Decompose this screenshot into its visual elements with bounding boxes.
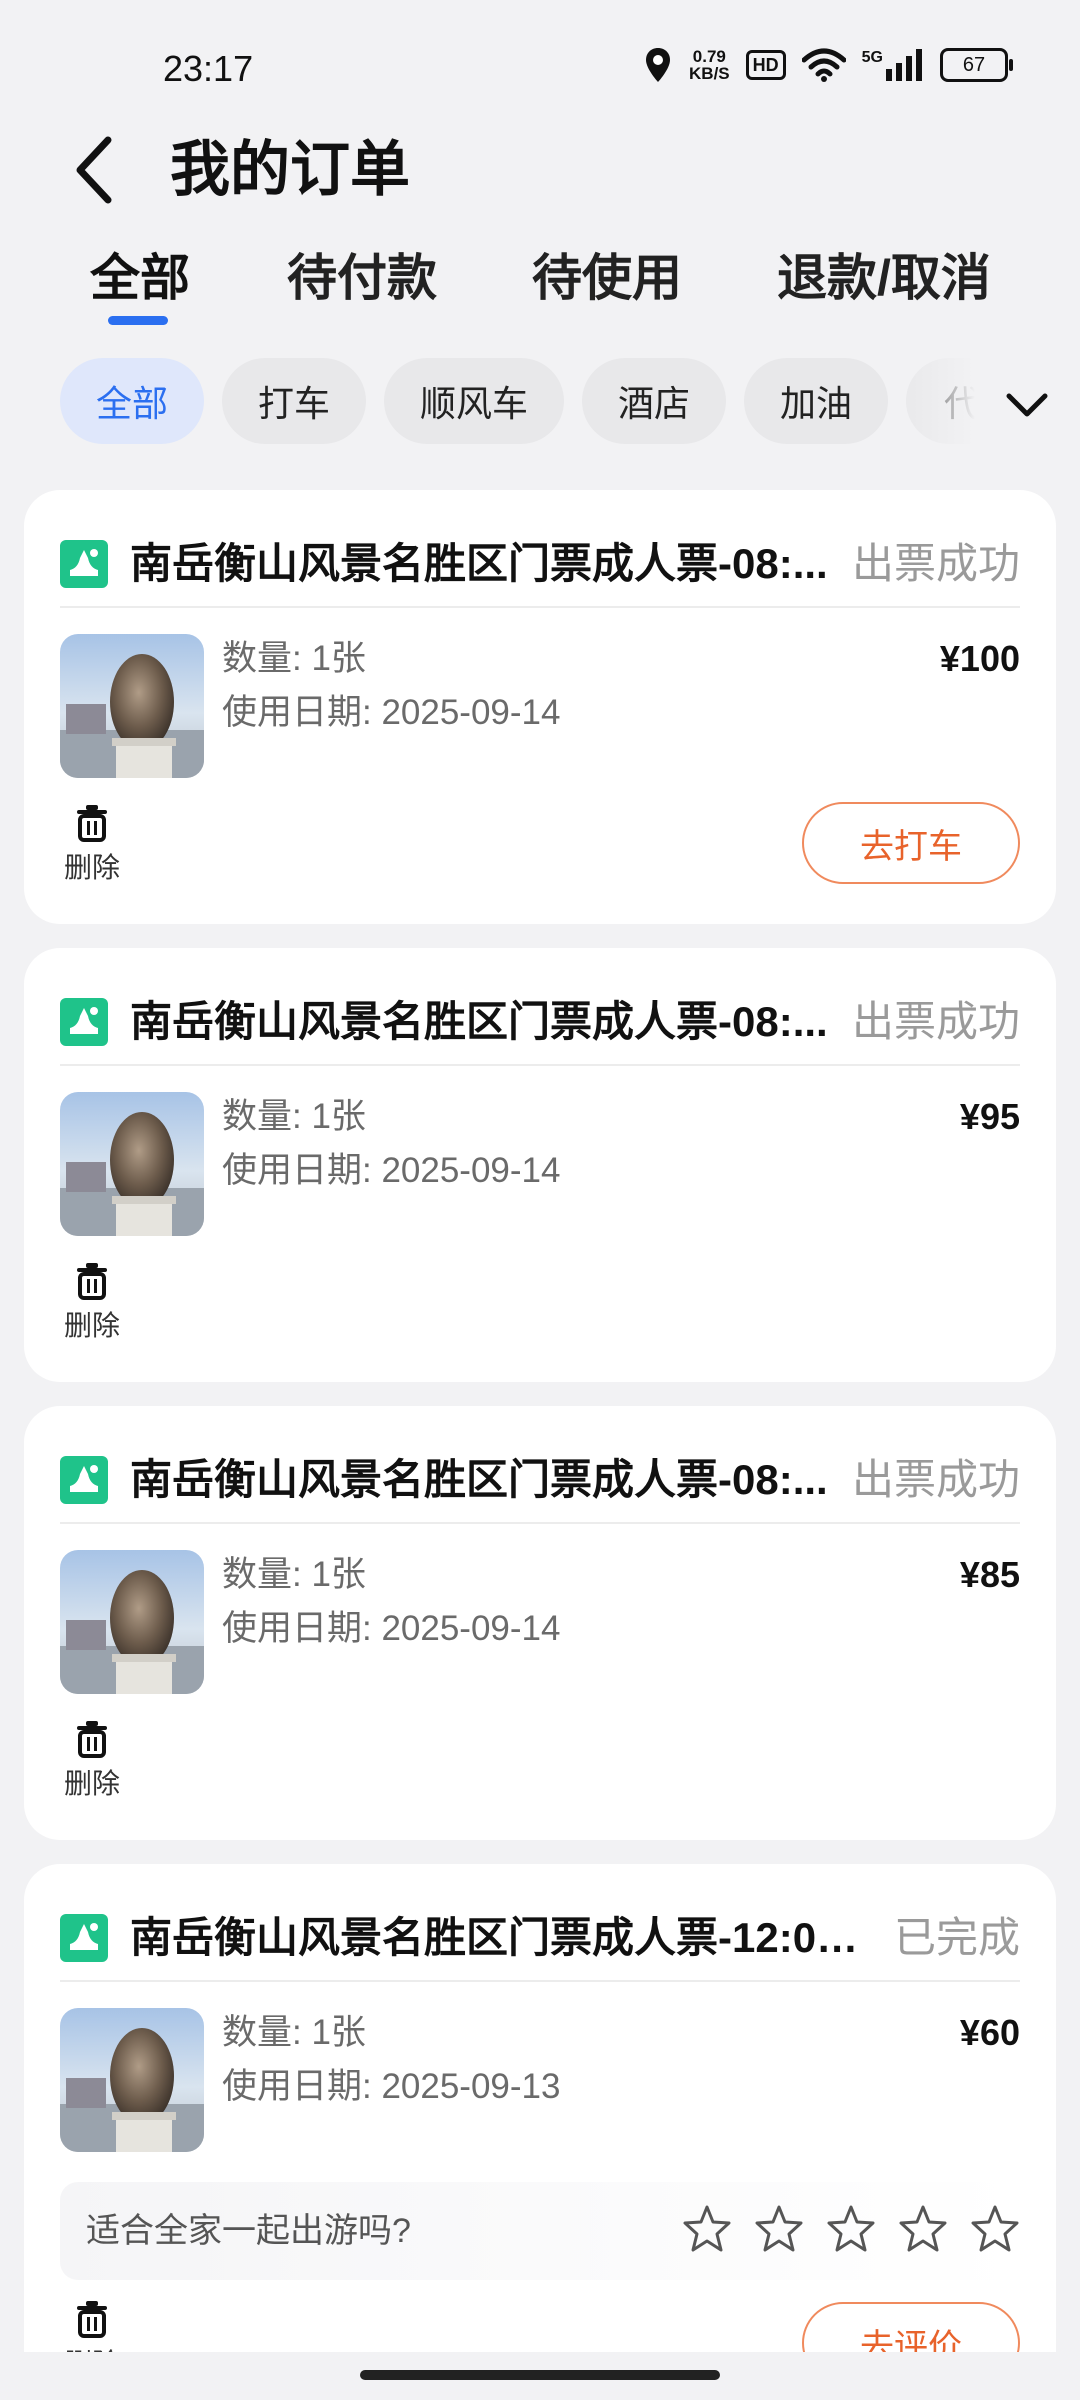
rating-prompt: 适合全家一起出游吗? (60, 2182, 1020, 2280)
ticket-quantity: 数量: 1张 (222, 639, 366, 678)
order-card[interactable]: 南岳衡山风景名胜区门票成人票-08:... 出票成功 数量: 1张 使用日期: … (24, 1406, 1056, 1840)
order-price: ¥60 (959, 2012, 1020, 2053)
tab-refund-cancel[interactable]: 退款/取消 (777, 238, 991, 310)
wifi-icon (801, 48, 846, 82)
order-status: 出票成功 (851, 540, 1020, 587)
use-date: 使用日期: 2025-09-14 (222, 693, 561, 732)
product-thumbnail (60, 1550, 204, 1694)
chip-all[interactable]: 全部 (60, 358, 204, 444)
divider (60, 1064, 1020, 1066)
order-title: 南岳衡山风景名胜区门票成人票-12:00-... (130, 1914, 870, 1961)
chip-fuel[interactable]: 加油 (744, 358, 888, 444)
order-card[interactable]: 南岳衡山风景名胜区门票成人票-08:... 出票成功 数量: 1张 使用日期: … (24, 948, 1056, 1382)
order-status: 出票成功 (851, 1456, 1020, 1503)
star-icon[interactable] (826, 2204, 876, 2254)
use-date: 使用日期: 2025-09-14 (222, 1609, 561, 1648)
order-header: 南岳衡山风景名胜区门票成人票-12:00-... 已完成 (60, 1898, 1020, 1978)
order-header: 南岳衡山风景名胜区门票成人票-08:... 出票成功 (60, 524, 1020, 604)
order-card[interactable]: 南岳衡山风景名胜区门票成人票-12:00-... 已完成 数量: 1张 使用日期… (24, 1864, 1056, 2400)
delete-button[interactable]: 删除 (60, 1720, 124, 1810)
chevron-left-icon[interactable] (66, 130, 126, 210)
order-header: 南岳衡山风景名胜区门票成人票-08:... 出票成功 (60, 1440, 1020, 1520)
chip-carpool[interactable]: 顺风车 (384, 358, 564, 444)
net-speed-value: 0.79 (692, 47, 726, 66)
delete-label: 删除 (63, 1310, 120, 1341)
status-icons: 0.79 KB/S HD 5G 67 (643, 46, 1013, 84)
divider (60, 1522, 1020, 1524)
star-icon[interactable] (970, 2204, 1020, 2254)
rating-question: 适合全家一起出游吗? (86, 2212, 411, 2250)
ticket-quantity: 数量: 1张 (222, 2013, 366, 2052)
order-status: 已完成 (893, 1914, 1020, 1961)
trash-icon (77, 1263, 107, 1300)
active-tab-indicator (108, 316, 168, 325)
tab-pending-payment[interactable]: 待付款 (287, 238, 437, 310)
order-header: 南岳衡山风景名胜区门票成人票-08:... 出票成功 (60, 982, 1020, 1062)
trash-icon (77, 2301, 107, 2338)
chips-fade (895, 352, 975, 452)
order-card[interactable]: 南岳衡山风景名胜区门票成人票-08:... 出票成功 数量: 1张 使用日期: … (24, 490, 1056, 924)
order-price: ¥95 (959, 1096, 1020, 1137)
star-rating (682, 2204, 1020, 2254)
delete-label: 删除 (63, 1768, 120, 1799)
page-title: 我的订单 (170, 136, 410, 203)
ticket-icon (60, 998, 108, 1046)
order-price: ¥85 (959, 1554, 1020, 1595)
chip-hotel[interactable]: 酒店 (582, 358, 726, 444)
ticket-quantity: 数量: 1张 (222, 1555, 366, 1594)
net-speed: 0.79 KB/S (689, 48, 730, 82)
delete-button[interactable]: 删除 (60, 1262, 124, 1352)
ticket-icon (60, 1914, 108, 1962)
cell-signal: 5G (862, 49, 924, 81)
page-header: 我的订单 (0, 120, 1080, 220)
divider (60, 1980, 1020, 1982)
hd-badge: HD (745, 50, 786, 80)
take-taxi-button[interactable]: 去打车 (802, 802, 1020, 884)
battery-indicator: 67 (940, 48, 1013, 82)
use-date: 使用日期: 2025-09-14 (222, 1151, 561, 1190)
order-title: 南岳衡山风景名胜区门票成人票-08:... (130, 540, 828, 587)
trash-icon (77, 1721, 107, 1758)
location-icon (646, 48, 671, 82)
star-icon[interactable] (754, 2204, 804, 2254)
star-icon[interactable] (682, 2204, 732, 2254)
signal-type: 5G (861, 49, 883, 66)
divider (60, 606, 1020, 608)
product-thumbnail (60, 2008, 204, 2152)
status-time: 23:17 (163, 48, 254, 89)
order-title: 南岳衡山风景名胜区门票成人票-08:... (130, 998, 828, 1045)
ticket-quantity: 数量: 1张 (222, 1097, 366, 1136)
star-icon[interactable] (898, 2204, 948, 2254)
status-bar: 23:17 0.79 KB/S HD 5G 67 (0, 0, 1080, 130)
delete-button[interactable]: 删除 (60, 804, 124, 894)
product-thumbnail (60, 1092, 204, 1236)
ticket-icon (60, 1456, 108, 1504)
order-price: ¥100 (939, 638, 1020, 679)
tab-to-use[interactable]: 待使用 (532, 238, 682, 310)
order-title: 南岳衡山风景名胜区门票成人票-08:... (130, 1456, 828, 1503)
chevron-down-icon[interactable] (1005, 390, 1049, 420)
ticket-icon (60, 540, 108, 588)
category-chips: 全部 打车 顺风车 酒店 加油 代 (60, 358, 975, 444)
product-thumbnail (60, 634, 204, 778)
home-indicator[interactable] (360, 2370, 720, 2380)
delete-label: 删除 (63, 852, 120, 883)
chip-taxi[interactable]: 打车 (222, 358, 366, 444)
tab-all[interactable]: 全部 (90, 238, 190, 310)
order-status: 出票成功 (851, 998, 1020, 1045)
trash-icon (77, 805, 107, 842)
signal-bars-icon (886, 49, 922, 81)
net-speed-unit: KB/S (689, 64, 730, 83)
use-date: 使用日期: 2025-09-13 (222, 2067, 561, 2106)
